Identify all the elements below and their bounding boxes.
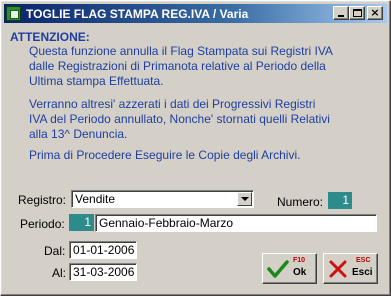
dialog-window: TOGLIE FLAG STAMPA REG.IVA / Varia × ATT… <box>0 0 391 296</box>
app-icon <box>6 6 21 21</box>
ok-button[interactable]: F10 Ok <box>262 253 317 284</box>
warning-paragraph-1: Questa funzione annulla il Flag Stampata… <box>29 44 333 88</box>
chevron-down-icon[interactable] <box>237 192 252 206</box>
ok-label: Ok <box>293 267 307 278</box>
red-x-icon <box>329 260 347 278</box>
registro-select[interactable]: Vendite <box>71 190 254 208</box>
close-icon: × <box>370 6 380 19</box>
periodo-label: Periodo: <box>20 217 65 231</box>
numero-field[interactable]: 1 <box>328 192 352 209</box>
minimize-icon <box>338 15 344 17</box>
ok-shortcut-key: F10 <box>293 257 306 264</box>
maximize-icon <box>353 9 362 17</box>
esc-label: Esci <box>352 267 373 278</box>
warning-paragraph-3: Prima di Procedere Eseguire le Copie deg… <box>29 148 301 162</box>
periodo-number-field[interactable]: 1 <box>69 214 94 231</box>
al-label: Al: <box>52 266 67 280</box>
green-checkmark-icon <box>267 260 289 278</box>
dal-label: Dal: <box>44 244 66 258</box>
esc-shortcut-key: ESC <box>356 257 371 264</box>
al-date-field[interactable]: 31-03-2006 <box>69 263 137 281</box>
registro-value: Vendite <box>75 192 116 206</box>
numero-label: Numero: <box>277 195 324 209</box>
warning-heading: ATTENZIONE: <box>10 30 90 44</box>
window-title: TOGLIE FLAG STAMPA REG.IVA / Varia <box>26 7 249 21</box>
title-bar[interactable]: TOGLIE FLAG STAMPA REG.IVA / Varia × <box>4 4 387 23</box>
esc-button[interactable]: ESC Esci <box>323 253 378 284</box>
warning-paragraph-2: Verranno altresi' azzerati i dati dei Pr… <box>29 97 330 141</box>
close-button[interactable]: × <box>367 6 383 20</box>
registro-label: Registro: <box>18 193 67 207</box>
minimize-button[interactable] <box>333 6 349 20</box>
maximize-button[interactable] <box>349 6 365 20</box>
periodo-description-field: Gennaio-Febbraio-Marzo <box>95 214 377 232</box>
dal-date-field[interactable]: 01-01-2006 <box>69 241 137 259</box>
